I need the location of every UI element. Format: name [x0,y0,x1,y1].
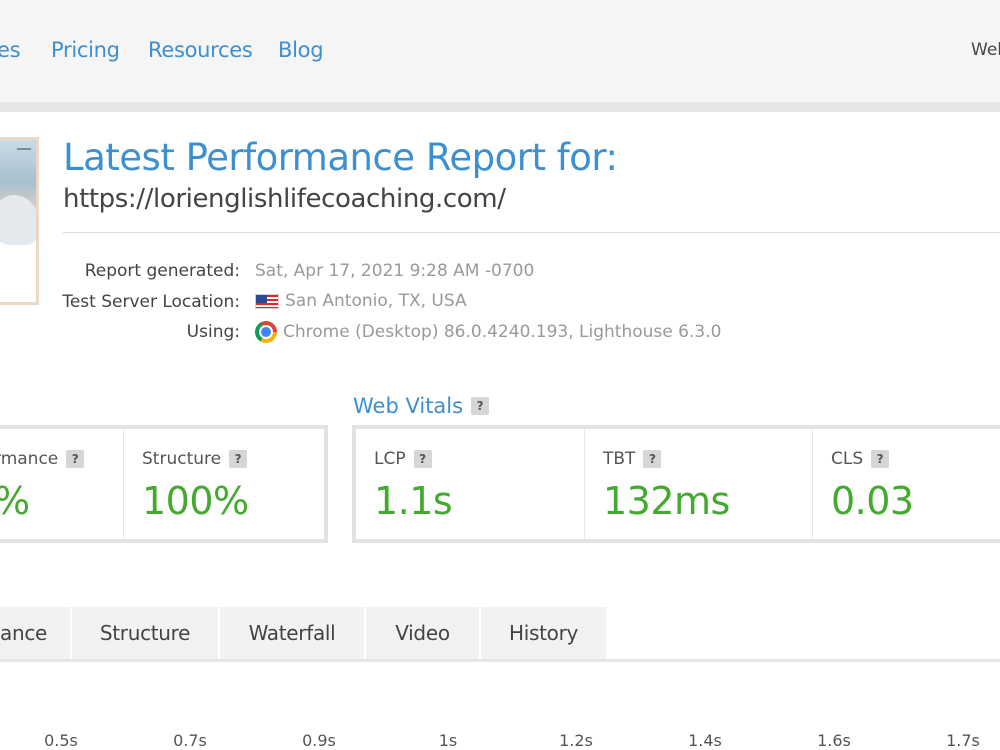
tab-history[interactable]: History [481,607,607,659]
structure-label-row: Structure ? [142,449,248,469]
title-divider [63,232,1000,233]
us-flag-icon [255,293,279,309]
tbt-cell: TBT ? 132ms [585,429,813,539]
performance-value: % [0,479,30,523]
performance-score-cell: rmance ? % [0,429,124,539]
browser-value: Chrome (Desktop) 86.0.4240.193, Lighthou… [283,322,722,342]
meta-label-using: Using: [186,322,240,342]
lcp-label-row: LCP ? [374,449,432,469]
nav-link-features[interactable]: es [0,38,21,62]
timeline-tick: 1.4s [688,731,722,750]
meta-value-using: Chrome (Desktop) 86.0.4240.193, Lighthou… [255,321,721,343]
timeline-tick: 0.7s [173,731,207,750]
timeline-tick: 1.6s [817,731,851,750]
meta-value-server-location: San Antonio, TX, USA [255,291,467,311]
lcp-cell: LCP ? 1.1s [356,429,585,539]
lcp-label: LCP [374,449,406,469]
cls-cell: CLS ? 0.03 [813,429,1000,539]
web-vitals-heading: Web Vitals ? [353,394,490,418]
welcome-text: Wel [971,40,1000,60]
performance-label: rmance [0,449,59,469]
tbt-value: 132ms [603,479,730,523]
tbt-label: TBT [603,449,636,469]
report-tabs: ance Structure Waterfall Video History [0,607,1000,662]
gtmetrix-grade-card: rmance ? % Structure ? 100% [0,425,328,543]
timeline-tick: 0.5s [44,731,78,750]
nav-separator [0,102,1000,112]
structure-help-icon[interactable]: ? [229,450,248,468]
lcp-help-icon[interactable]: ? [413,450,432,468]
performance-help-icon[interactable]: ? [66,450,85,468]
lcp-value: 1.1s [374,479,453,523]
cls-value: 0.03 [831,479,914,523]
tab-video[interactable]: Video [366,607,480,659]
cls-label: CLS [831,449,864,469]
structure-label: Structure [142,449,222,469]
report-url: https://lorienglishlifecoaching.com/ [63,184,506,214]
tabs-baseline [0,659,1000,662]
structure-value: 100% [142,479,249,523]
meta-value-report-generated: Sat, Apr 17, 2021 9:28 AM -0700 [255,261,534,281]
meta-label-server-location: Test Server Location: [62,292,240,312]
timeline-tick: 1s [438,731,458,750]
top-nav: es Pricing Resources Blog Wel [0,0,1000,102]
tbt-help-icon[interactable]: ? [643,450,662,468]
chrome-icon [255,321,277,343]
timeline-tick: 0.9s [302,731,336,750]
cls-help-icon[interactable]: ? [871,450,890,468]
page-title: Latest Performance Report for: [63,136,618,179]
structure-score-cell: Structure ? 100% [124,429,324,539]
tbt-label-row: TBT ? [603,449,662,469]
report-generated-value: Sat, Apr 17, 2021 9:28 AM -0700 [255,261,535,281]
nav-link-resources[interactable]: Resources [148,38,253,62]
server-location-value: San Antonio, TX, USA [285,291,467,311]
web-vitals-help-icon[interactable]: ? [471,397,490,415]
cls-label-row: CLS ? [831,449,890,469]
meta-label-report-generated: Report generated: [84,261,240,281]
nav-link-blog[interactable]: Blog [278,38,324,62]
nav-link-pricing[interactable]: Pricing [51,38,120,62]
timeline-tick: 1.2s [559,731,593,750]
performance-label-row: rmance ? [0,449,85,469]
web-vitals-title: Web Vitals [353,394,464,418]
tab-structure[interactable]: Structure [72,607,219,659]
timeline-tick: 1.7s [946,731,980,750]
tab-waterfall[interactable]: Waterfall [220,607,365,659]
tab-performance[interactable]: ance [0,607,71,659]
web-vitals-card: LCP ? 1.1s TBT ? 132ms CLS ? 0.03 [352,425,1000,543]
